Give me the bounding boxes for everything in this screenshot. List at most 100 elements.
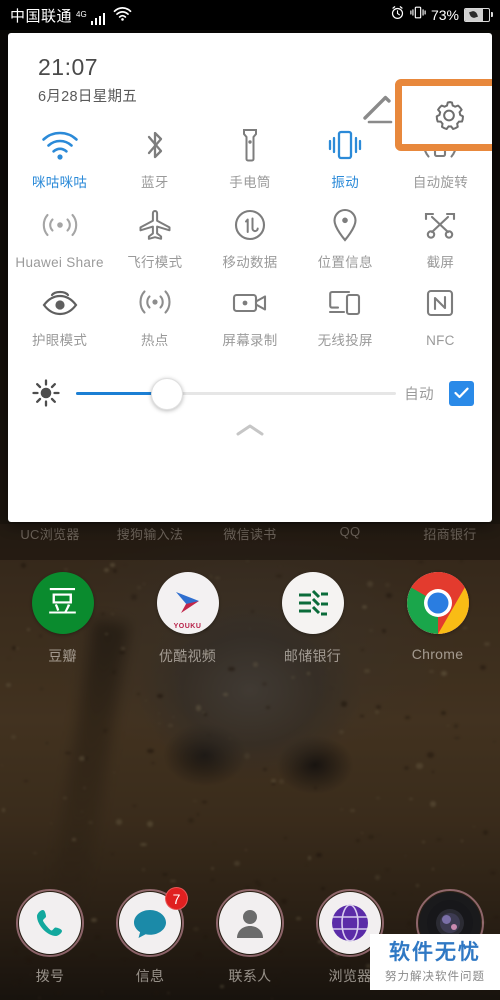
- brightness-sun-icon: [26, 378, 66, 408]
- bluetooth-icon: [142, 125, 168, 165]
- hotspot-icon: [137, 283, 173, 323]
- obscured-app-labels-row: UC浏览器 搜狗输入法 微信读书 QQ 招商银行: [0, 524, 500, 543]
- tile-bluetooth[interactable]: 蓝牙: [107, 119, 202, 191]
- tile-label: 位置信息: [317, 255, 373, 270]
- tile-label: 移动数据: [222, 255, 278, 270]
- dock-label: 浏览器: [328, 968, 372, 984]
- obscured-app-label: 微信读书: [223, 527, 277, 542]
- tile-wifi[interactable]: 咪咕咪咕: [12, 119, 107, 191]
- location-pin-icon: [331, 205, 359, 245]
- tile-label: 屏幕录制: [222, 333, 278, 348]
- tile-hotspot[interactable]: 热点: [107, 277, 202, 349]
- status-bar-left: 中国联通 4G: [10, 6, 132, 25]
- flashlight-icon: [239, 125, 261, 165]
- message-icon: 7: [116, 887, 188, 957]
- tile-screenshot[interactable]: 截屏: [393, 199, 488, 271]
- tile-eye-comfort[interactable]: 护眼模式: [12, 277, 107, 349]
- app-youku[interactable]: YOUKU 优酷视频: [125, 572, 250, 666]
- dock-label: 信息: [135, 968, 165, 984]
- tile-label: 蓝牙: [141, 175, 169, 190]
- network-type-label: 4G: [76, 9, 87, 19]
- auto-brightness-label: 自动: [404, 386, 434, 403]
- alarm-clock-icon: [390, 5, 405, 25]
- dock-label: 拨号: [35, 968, 65, 984]
- huawei-share-icon: [41, 205, 79, 245]
- obscured-app-label: QQ: [339, 524, 361, 539]
- youku-wordmark: YOUKU: [173, 623, 202, 630]
- tile-label: NFC: [426, 333, 455, 348]
- tile-label: 振动: [331, 175, 360, 190]
- auto-brightness-checkbox[interactable]: [449, 380, 474, 406]
- app-label: 邮储银行: [283, 648, 342, 664]
- dock-messages[interactable]: 7 信息: [100, 887, 200, 986]
- tile-label: 护眼模式: [32, 333, 88, 348]
- panel-header: 21:07 6月28日星期五: [8, 33, 492, 151]
- tile-flashlight[interactable]: 手电筒: [202, 119, 297, 191]
- tile-label: 自动旋转: [412, 175, 469, 190]
- quick-settings-panel: 21:07 6月28日星期五 咪咕咪咕 蓝牙 手电筒 振动 自动旋转 Huawe…: [8, 33, 492, 522]
- dock-contacts[interactable]: 联系人: [200, 889, 300, 986]
- eye-comfort-icon: [41, 283, 79, 323]
- tile-label: 无线投屏: [317, 333, 373, 348]
- tile-label: 飞行模式: [127, 255, 183, 270]
- watermark-title: 软件无忧: [389, 940, 481, 964]
- postal-bank-icon: [281, 572, 344, 634]
- brightness-slider[interactable]: [76, 378, 397, 410]
- tile-label: 手电筒: [229, 175, 271, 190]
- app-label: Chrome: [411, 646, 464, 662]
- tile-huawei-share[interactable]: Huawei Share: [12, 199, 107, 271]
- vibrate-icon: [410, 5, 426, 25]
- notification-badge: 7: [165, 887, 188, 910]
- tile-airplane-mode[interactable]: 飞行模式: [107, 199, 202, 271]
- tile-location[interactable]: 位置信息: [298, 199, 393, 271]
- tile-nfc[interactable]: NFC: [393, 277, 488, 349]
- obscured-app-label: UC浏览器: [20, 527, 80, 542]
- settings-highlight-box: [395, 79, 492, 151]
- phone-icon: [16, 889, 84, 957]
- obscured-app-label: 招商银行: [423, 527, 477, 542]
- tile-label: 咪咕咪咕: [32, 175, 88, 190]
- chrome-icon: [406, 572, 469, 634]
- app-postal-bank[interactable]: 邮储银行: [250, 572, 375, 666]
- watermark: 软件无忧 努力解决软件问题: [370, 934, 500, 990]
- carrier-label: 中国联通: [10, 7, 73, 25]
- phone-screen: 中国联通 4G 73% 21:07 6月28日星期五 咪咕咪咕 蓝牙 手电筒 振…: [0, 0, 500, 1000]
- cast-screen-icon: [327, 283, 363, 323]
- dock-phone[interactable]: 拨号: [0, 889, 100, 986]
- quick-tiles-row-2: Huawei Share 飞行模式 移动数据 位置信息 截屏: [12, 199, 488, 271]
- status-bar: 中国联通 4G 73%: [0, 0, 500, 30]
- status-bar-right: 73%: [390, 5, 493, 25]
- battery-saver-icon: [464, 8, 493, 22]
- mobile-data-icon: [233, 205, 267, 245]
- obscured-app-label: 搜狗输入法: [116, 527, 184, 542]
- screen-record-icon: [231, 283, 269, 323]
- nfc-icon: [425, 283, 455, 323]
- tile-screen-record[interactable]: 屏幕录制: [202, 277, 297, 349]
- app-label: 豆瓣: [48, 648, 77, 664]
- slider-thumb[interactable]: [150, 378, 183, 410]
- wifi-icon: [41, 125, 79, 165]
- screenshot-scissors-icon: [421, 205, 459, 245]
- douban-glyph: 豆: [47, 586, 78, 619]
- tile-mobile-data[interactable]: 移动数据: [202, 199, 297, 271]
- dock-label: 联系人: [228, 968, 272, 984]
- check-icon: [454, 387, 469, 399]
- app-chrome[interactable]: Chrome: [375, 572, 500, 666]
- tile-label: Huawei Share: [15, 255, 104, 270]
- contacts-icon: [216, 889, 284, 957]
- battery-percent-label: 73%: [430, 7, 459, 23]
- settings-button[interactable]: [402, 86, 492, 144]
- tile-vibrate[interactable]: 振动: [298, 119, 393, 191]
- douban-icon: 豆: [31, 572, 94, 634]
- brightness-row: 自动: [8, 363, 492, 423]
- quick-tiles-row-3: 护眼模式 热点 屏幕录制 无线投屏 NFC: [12, 277, 488, 349]
- pencil-edit-icon[interactable]: [361, 93, 399, 127]
- signal-bars-icon: [90, 12, 106, 25]
- gear-icon: [435, 101, 464, 130]
- tile-cast-screen[interactable]: 无线投屏: [298, 277, 393, 349]
- date-label: 6月28日星期五: [38, 89, 138, 105]
- tile-label: 热点: [141, 333, 169, 348]
- chevron-up-icon: [236, 424, 264, 436]
- app-douban[interactable]: 豆 豆瓣: [0, 572, 125, 666]
- collapse-handle[interactable]: [8, 423, 492, 449]
